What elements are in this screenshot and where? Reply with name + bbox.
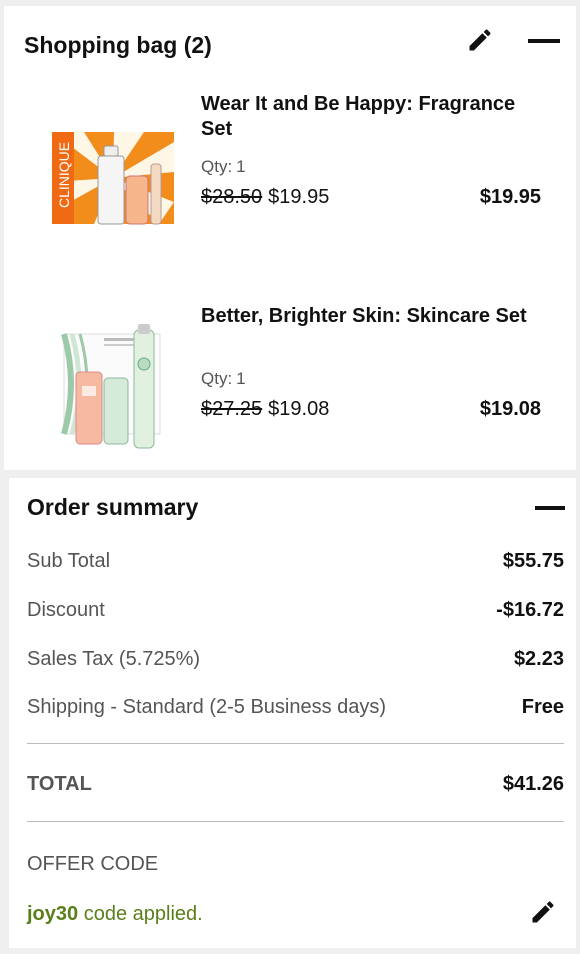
row-value: Free <box>521 696 564 718</box>
line-total: $19.95 <box>479 186 541 208</box>
order-summary-title: Order summary <box>27 494 199 520</box>
product-name[interactable]: Wear It and Be Happy: Fragrance Set <box>201 92 541 142</box>
applied-code-suffix: code applied. <box>83 903 203 925</box>
product-image-skincare-set[interactable] <box>44 324 184 456</box>
discount-row: Discount -$16.72 <box>27 599 564 622</box>
applied-code-message: joy30 code applied. <box>27 903 203 926</box>
row-label: Sub Total <box>27 550 111 572</box>
row-value: -$16.72 <box>496 599 564 621</box>
brand-logo-text: CLINIQUE <box>56 142 72 208</box>
shopping-bag-title: Shopping bag (2) <box>24 32 212 58</box>
divider <box>27 821 564 822</box>
row-label: Shipping - Standard (2-5 Business days) <box>27 696 387 718</box>
total-row: TOTAL $41.26 <box>27 773 564 796</box>
quantity-value: 1 <box>236 369 246 388</box>
row-value: $2.23 <box>513 648 564 670</box>
sales-tax-row: Sales Tax (5.725%) $2.23 <box>27 648 564 671</box>
price-block: $28.50 $19.95 <box>201 186 329 209</box>
divider <box>27 743 564 744</box>
order-summary-panel: Order summary Sub Total $55.75 Discount … <box>9 478 576 948</box>
collapse-bag-minus-icon[interactable] <box>528 39 560 43</box>
quantity-label: Qty: <box>201 157 233 176</box>
quantity: Qty: 1 <box>201 369 246 389</box>
subtotal-row: Sub Total $55.75 <box>27 550 564 573</box>
shipping-row: Shipping - Standard (2-5 Business days) … <box>27 696 564 719</box>
product-name[interactable]: Better, Brighter Skin: Skincare Set <box>201 304 541 329</box>
pencil-icon <box>532 901 554 923</box>
edit-offer-code-pencil-icon[interactable] <box>529 898 557 926</box>
row-value: $55.75 <box>502 550 564 572</box>
pencil-icon <box>469 29 491 51</box>
sale-price: $19.08 <box>268 398 330 420</box>
total-label: TOTAL <box>27 773 92 795</box>
row-label: Sales Tax (5.725%) <box>27 648 201 670</box>
offer-code-label: OFFER CODE <box>27 853 159 875</box>
bag-item: Better, Brighter Skin: Skincare Set Qty:… <box>4 302 576 462</box>
bag-item: CLINIQUE Wear It and Be Happy: Fragrance… <box>4 90 576 250</box>
collapse-summary-minus-icon[interactable] <box>535 506 565 510</box>
price-block: $27.25 $19.08 <box>201 398 329 421</box>
original-price: $27.25 <box>201 398 263 420</box>
product-image-fragrance-set[interactable]: CLINIQUE <box>44 112 184 244</box>
applied-code: joy30 <box>27 903 79 925</box>
quantity-label: Qty: <box>201 369 233 388</box>
shopping-bag-panel: Shopping bag (2) CLINIQUE Wear It and Be… <box>4 6 576 470</box>
original-price: $28.50 <box>201 186 263 208</box>
row-label: Discount <box>27 599 105 621</box>
total-value: $41.26 <box>502 773 564 795</box>
line-total: $19.08 <box>479 398 541 420</box>
quantity-value: 1 <box>236 157 246 176</box>
edit-bag-pencil-icon[interactable] <box>466 26 494 54</box>
quantity: Qty: 1 <box>201 157 246 177</box>
sale-price: $19.95 <box>268 186 330 208</box>
